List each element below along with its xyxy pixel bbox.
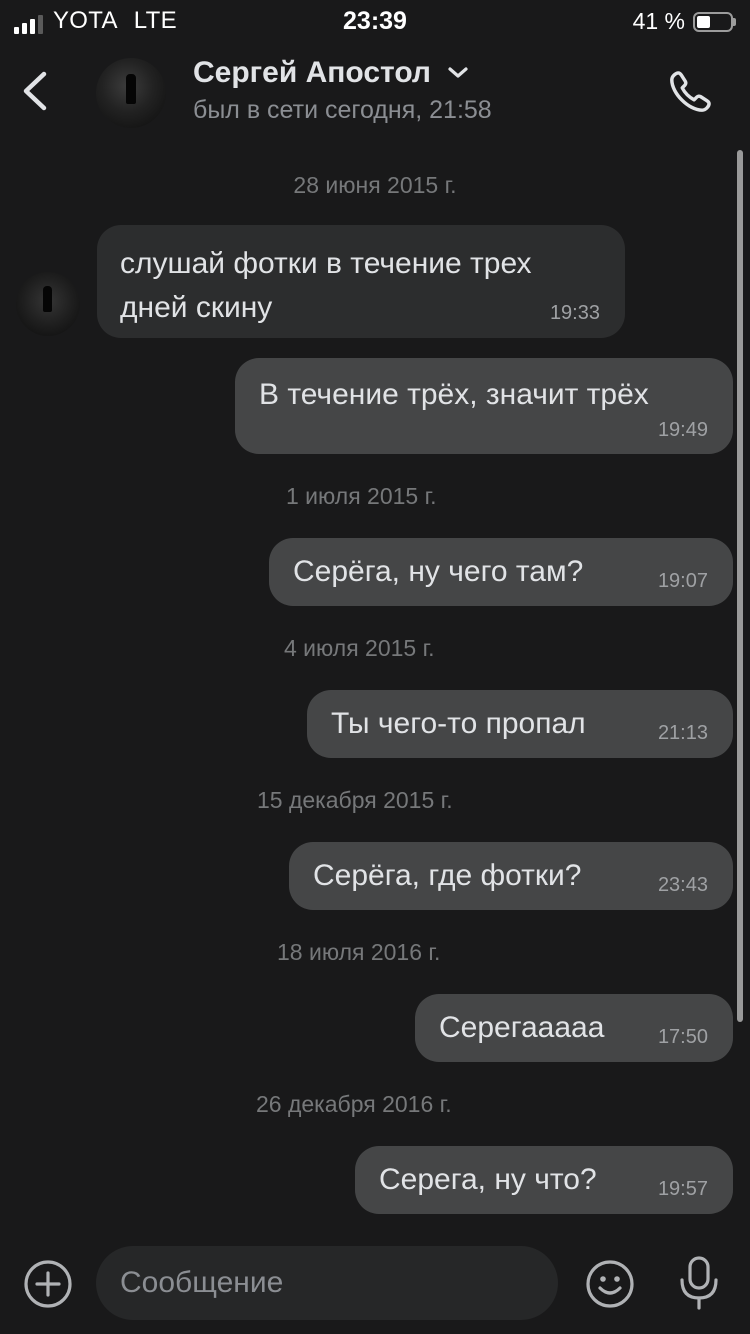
smiley-icon — [586, 1260, 634, 1308]
message-time: 19:57 — [657, 1178, 708, 1200]
plus-circle-icon — [24, 1260, 72, 1308]
date-separator: 26 декабря 2016 г. — [256, 1091, 452, 1117]
chevron-left-icon — [23, 71, 47, 111]
message-time: 23:43 — [657, 874, 708, 896]
message-bubble-outgoing[interactable]: Серёга, ну чего там? 19:07 — [269, 538, 733, 606]
date-separator: 28 июня 2015 г. — [293, 172, 457, 198]
chat-header: Сергей Апостол был в сети сегодня, 21:58 — [0, 44, 750, 144]
date-separator: 15 декабря 2015 г. — [257, 787, 453, 813]
voice-message-button[interactable] — [674, 1254, 724, 1314]
call-button[interactable] — [664, 66, 716, 118]
message-time: 19:07 — [657, 570, 708, 592]
status-bar: YOTA LTE 23:39 41 % — [0, 0, 750, 40]
date-separator: 4 июля 2015 г. — [284, 635, 435, 661]
message-time: 17:50 — [657, 1026, 708, 1048]
battery-icon — [693, 11, 736, 32]
contact-name-button[interactable]: Сергей Апостол — [193, 56, 469, 90]
message-time: 21:13 — [657, 722, 708, 744]
attach-button[interactable] — [22, 1258, 74, 1310]
phone-icon — [670, 71, 711, 112]
message-bubble-outgoing[interactable]: В течение трёх, значит трёх 19:49 — [235, 358, 733, 454]
message-bubble-incoming[interactable]: слушай фотки в течение трех дней скину 1… — [97, 225, 625, 338]
message-text: В течение трёх, значит трёх — [259, 378, 649, 411]
date-separator: 1 июля 2015 г. — [286, 483, 437, 509]
microphone-icon — [680, 1256, 718, 1310]
chevron-down-icon — [448, 67, 468, 78]
contact-name: Сергей Апостол — [193, 56, 431, 89]
message-time: 19:49 — [657, 419, 708, 441]
message-time: 19:33 — [549, 302, 600, 324]
message-bubble-outgoing[interactable]: Серега, ну что? 19:57 — [355, 1146, 733, 1214]
message-bubble-outgoing[interactable]: Серёга, где фотки? 23:43 — [289, 842, 733, 910]
contact-last-seen: был в сети сегодня, 21:58 — [193, 96, 492, 124]
battery-percent: 41 % — [632, 8, 685, 34]
message-composer — [0, 1236, 750, 1334]
date-separator: 18 июля 2016 г. — [277, 939, 441, 965]
scrollbar[interactable] — [737, 150, 743, 1022]
message-bubble-outgoing[interactable]: Серегааааа 17:50 — [415, 994, 733, 1062]
sender-avatar[interactable] — [16, 272, 80, 336]
contact-avatar[interactable] — [96, 58, 166, 128]
message-text: слушай фотки в течение трех дней скину — [120, 247, 532, 324]
battery-status: 41 % — [633, 8, 736, 35]
message-bubble-outgoing[interactable]: Ты чего-то пропал 21:13 — [307, 690, 733, 758]
emoji-button[interactable] — [584, 1258, 636, 1310]
message-input[interactable] — [96, 1246, 558, 1320]
back-button[interactable] — [14, 66, 60, 116]
